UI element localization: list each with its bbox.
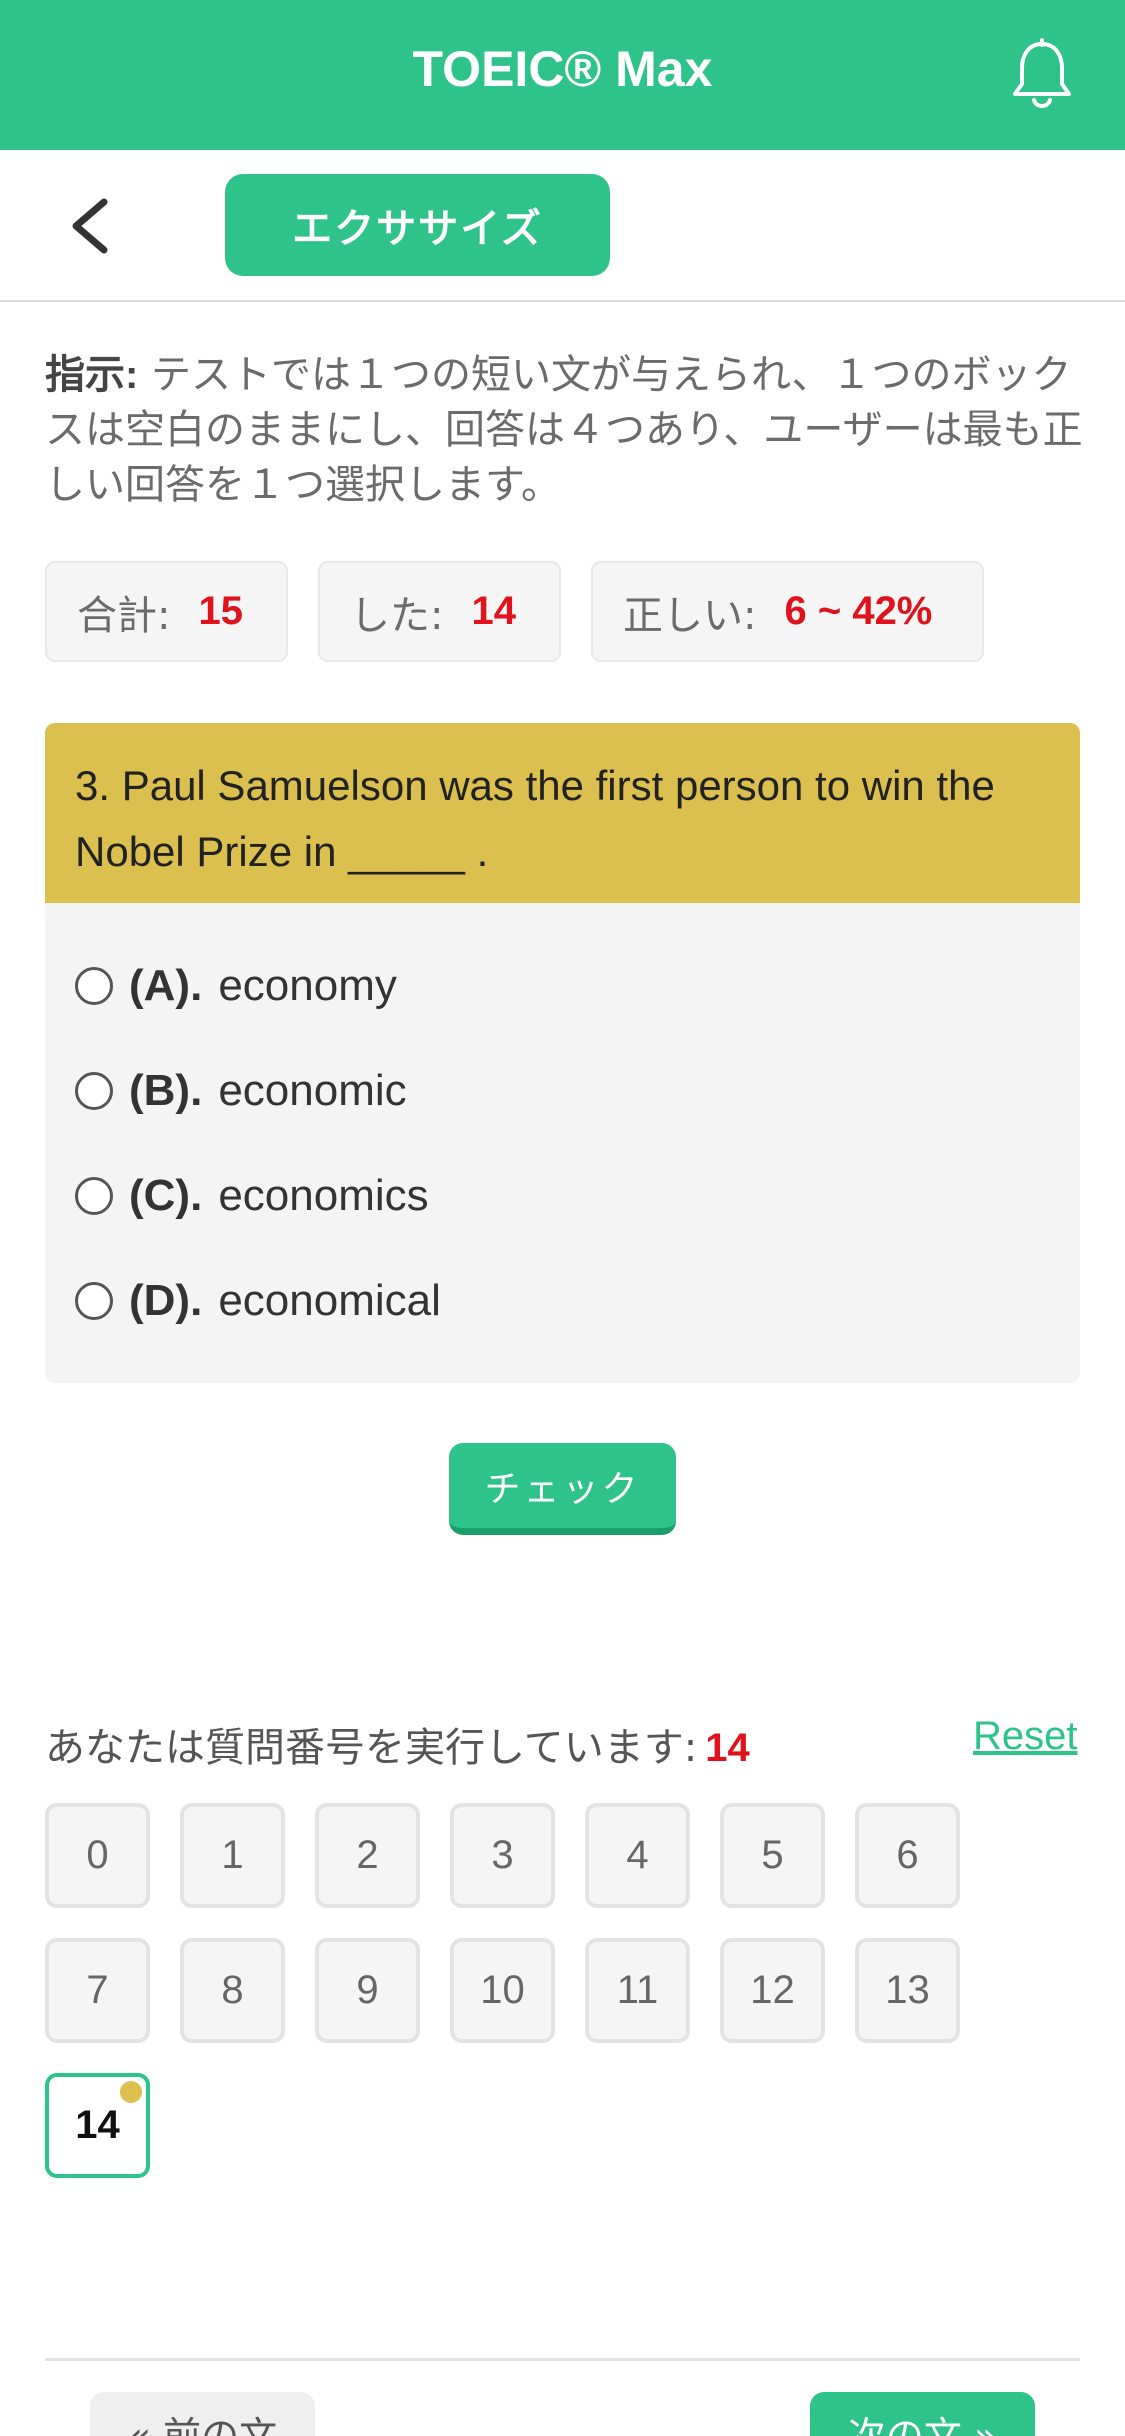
question-number-button-current[interactable]: 14 [45,2073,150,2178]
check-button[interactable]: チェック [449,1443,676,1535]
stat-done-value: 14 [471,589,516,633]
app-title: TOEIC® Max [412,41,713,97]
current-indicator-dot [120,2081,142,2103]
stat-total: 合計: 15 [45,561,288,662]
stat-total-value: 15 [198,589,243,633]
question-number-button[interactable]: 13 [855,1938,960,2043]
bell-icon[interactable] [1010,38,1074,112]
answer-options: (A). economy (B). economic (C). economic… [45,903,1080,1383]
stat-done-label: した: [350,592,444,639]
question-number-button[interactable]: 4 [585,1803,690,1908]
reset-link[interactable]: Reset [973,1714,1078,1759]
question-number-button[interactable]: 8 [180,1938,285,2043]
question-number-button[interactable]: 1 [180,1803,285,1908]
tab-exercise[interactable]: エクササイズ [225,174,610,276]
question-number-button[interactable]: 3 [450,1803,555,1908]
instructions: 指示: テストでは１つの短い文が与えられ、１つのボックスは空白のままにし、回答は… [45,348,1085,513]
question-number-button[interactable]: 2 [315,1803,420,1908]
option-b-letter: (B). [129,1066,203,1115]
stat-total-label: 合計: [77,592,171,639]
current-question-number: 14 [705,1726,750,1770]
stat-done: した: 14 [318,561,561,662]
option-d[interactable]: (D). economical [75,1271,441,1331]
question-number-current-label: 14 [75,2103,120,2147]
question-number-button[interactable]: 12 [720,1938,825,2043]
question-number-button[interactable]: 9 [315,1938,420,2043]
option-c-text: economics [218,1171,429,1220]
option-c[interactable]: (C). economics [75,1166,429,1226]
question-number-button[interactable]: 0 [45,1803,150,1908]
instructions-label: 指示: [45,353,139,397]
option-d-letter: (D). [129,1276,203,1325]
chevron-left-icon[interactable] [66,196,114,256]
progress-label-text: あなたは質問番号を実行しています: [45,1725,698,1771]
radio-a[interactable] [75,967,113,1005]
stat-correct: 正しい: 6 ~ 42% [591,561,984,662]
progress-label: あなたは質問番号を実行しています: 14 [45,1715,750,1773]
question-number-button[interactable]: 7 [45,1938,150,2043]
stat-correct-value: 6 ~ 42% [784,589,933,633]
instructions-text: テストでは１つの短い文が与えられ、１つのボックスは空白のままにし、回答は４つあり… [45,352,1083,508]
question-number-button[interactable]: 11 [585,1938,690,2043]
option-c-letter: (C). [129,1171,203,1220]
radio-b[interactable] [75,1072,113,1110]
radio-c[interactable] [75,1177,113,1215]
question-text: 3. Paul Samuelson was the first person t… [45,723,1080,903]
divider [45,2358,1080,2361]
next-sentence-button[interactable]: 次の文 » [810,2392,1035,2436]
question-number-button[interactable]: 10 [450,1938,555,2043]
option-a-text: economy [218,961,397,1010]
question-number-button[interactable]: 6 [855,1803,960,1908]
option-b[interactable]: (B). economic [75,1061,407,1121]
radio-d[interactable] [75,1282,113,1320]
option-a[interactable]: (A). economy [75,956,397,1016]
stat-correct-label: 正しい: [623,592,757,639]
option-b-text: economic [218,1066,407,1115]
question-number-button[interactable]: 5 [720,1803,825,1908]
previous-sentence-button[interactable]: « 前の文 [90,2392,315,2436]
option-d-text: economical [218,1276,441,1325]
option-a-letter: (A). [129,961,203,1010]
